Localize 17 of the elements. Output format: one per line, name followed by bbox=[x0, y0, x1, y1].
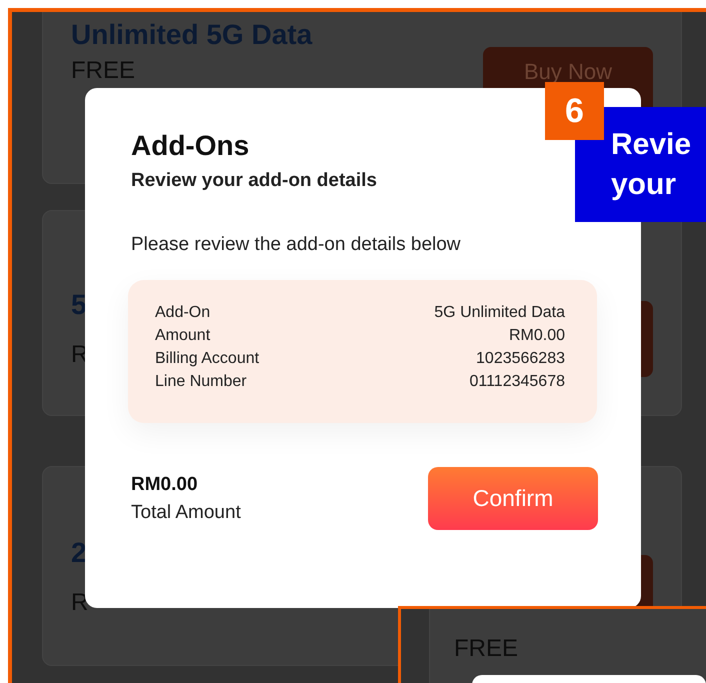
detail-value: 5G Unlimited Data bbox=[434, 304, 565, 322]
dialog-title: Add-Ons bbox=[131, 130, 250, 162]
detail-label: Amount bbox=[155, 327, 212, 345]
intro-text: Please review the add-on details below bbox=[131, 234, 462, 256]
callout-text: your bbox=[611, 167, 678, 203]
total-label: Total Amount bbox=[131, 502, 241, 524]
detail-value: 01112345678 bbox=[468, 373, 565, 391]
step-badge: 6 bbox=[545, 82, 604, 140]
detail-label: Line Number bbox=[155, 373, 248, 391]
detail-value: 1023566283 bbox=[475, 350, 565, 368]
detail-label: Add-On bbox=[155, 304, 212, 322]
detail-value: RM0.00 bbox=[508, 327, 565, 345]
detail-label: Billing Account bbox=[155, 350, 260, 368]
dialog-subtitle: Review your add-on details bbox=[131, 170, 378, 192]
callout-text: Revie bbox=[611, 127, 692, 163]
total-amount: RM0.00 bbox=[131, 474, 198, 496]
confirm-button[interactable]: Confirm bbox=[428, 467, 598, 530]
